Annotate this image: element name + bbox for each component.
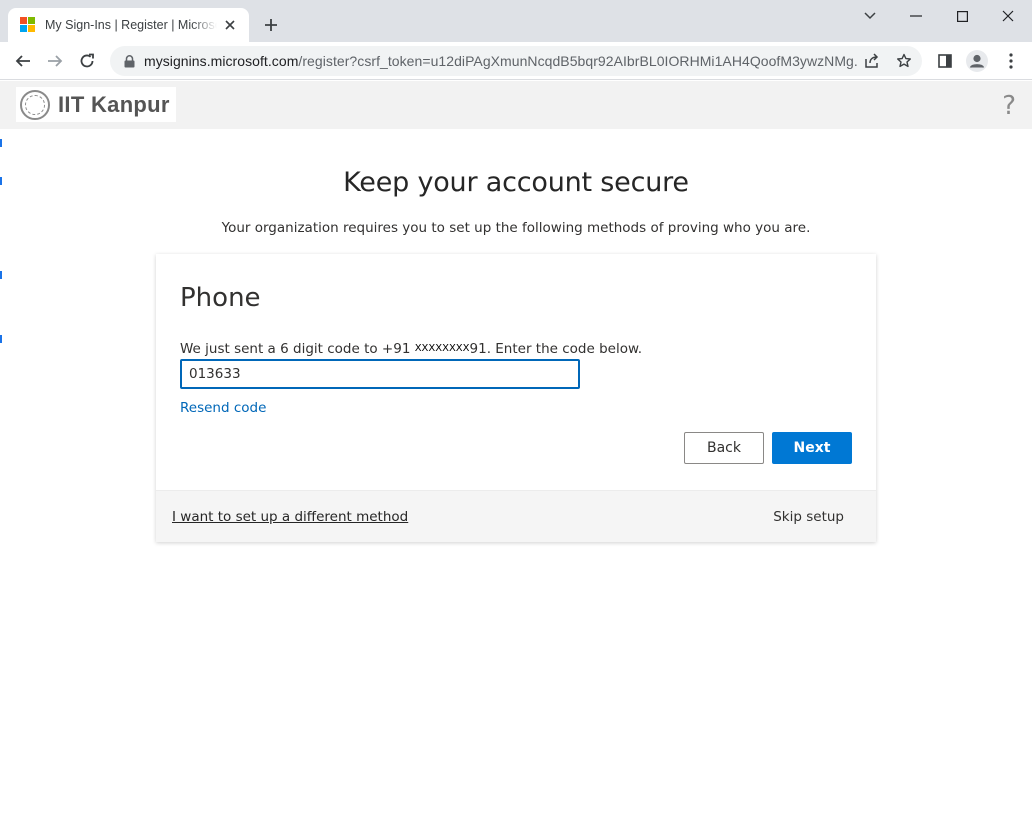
different-method-link[interactable]: I want to set up a different method — [172, 509, 408, 525]
share-icon[interactable] — [862, 51, 882, 71]
phone-verification-card: Phone We just sent a 6 digit code to +91… — [156, 254, 876, 542]
forward-icon[interactable] — [42, 48, 68, 74]
iit-kanpur-seal-icon — [20, 89, 50, 120]
tab-search-chevron-icon[interactable] — [856, 6, 884, 26]
card-footer: I want to set up a different method Skip… — [156, 490, 876, 542]
back-icon[interactable] — [10, 48, 36, 74]
card-title: Phone — [180, 283, 261, 313]
skip-setup-link[interactable]: Skip setup — [773, 509, 844, 525]
redacted-phone-number: XXXXXXXX — [414, 343, 470, 354]
menu-icon[interactable] — [998, 48, 1024, 74]
verification-code-input[interactable] — [180, 359, 580, 389]
url-text[interactable]: mysignins.microsoft.com/register?csrf_to… — [144, 53, 858, 69]
microsoft-favicon-icon — [20, 17, 36, 33]
window-close-icon[interactable] — [994, 6, 1022, 26]
minimize-icon[interactable] — [902, 6, 930, 26]
org-logo: IIT Kanpur — [16, 87, 176, 122]
close-tab-icon[interactable] — [221, 16, 239, 34]
edge-marker — [0, 139, 2, 147]
code-sent-message: We just sent a 6 digit code to +91 XXXXX… — [180, 341, 642, 357]
back-button[interactable]: Back — [684, 432, 764, 464]
new-tab-icon[interactable] — [260, 14, 282, 36]
address-bar[interactable]: mysignins.microsoft.com/register?csrf_to… — [110, 46, 922, 76]
url-path: /register?csrf_token=u12diPAgXmunNcqdB5b… — [298, 53, 858, 69]
tab-title: My Sign-Ins | Register | Microsoft — [45, 18, 217, 32]
resend-code-link[interactable]: Resend code — [180, 400, 266, 416]
browser-tab[interactable]: My Sign-Ins | Register | Microsoft — [8, 8, 249, 42]
page-subtitle: Your organization requires you to set up… — [221, 220, 811, 236]
edge-marker — [0, 271, 2, 279]
side-panel-icon[interactable] — [932, 48, 958, 74]
profile-icon[interactable] — [964, 48, 990, 74]
browser-tabstrip: My Sign-Ins | Register | Microsoft — [0, 0, 1032, 42]
help-icon[interactable]: ? — [1002, 91, 1016, 121]
url-host: mysignins.microsoft.com — [144, 53, 299, 69]
page-content: IIT Kanpur ? Keep your account secure Yo… — [0, 81, 1032, 834]
logo-text: IIT Kanpur — [58, 91, 170, 117]
page-title: Keep your account secure — [343, 167, 689, 198]
lock-icon[interactable] — [122, 54, 136, 68]
message-suffix: 91. Enter the code below. — [469, 341, 643, 357]
bookmark-star-icon[interactable] — [894, 51, 914, 71]
next-button[interactable]: Next — [772, 432, 852, 464]
message-prefix: We just sent a 6 digit code to +91 — [180, 341, 415, 357]
reload-icon[interactable] — [74, 48, 100, 74]
browser-toolbar: mysignins.microsoft.com/register?csrf_to… — [0, 42, 1032, 80]
edge-marker — [0, 335, 2, 343]
org-banner: IIT Kanpur ? — [0, 81, 1032, 129]
maximize-icon[interactable] — [948, 6, 976, 26]
